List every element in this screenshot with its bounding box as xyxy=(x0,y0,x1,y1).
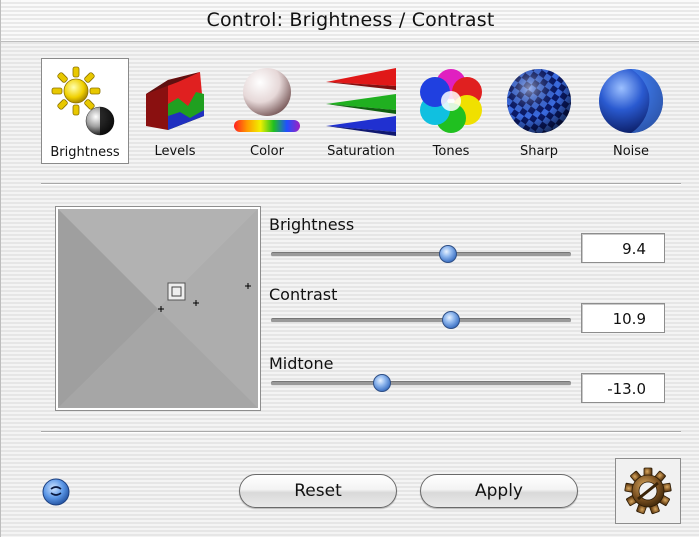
control-window: Control: Brightness / Contrast Brightnes… xyxy=(0,0,699,537)
window-title: Control: Brightness / Contrast xyxy=(206,9,495,31)
apply-button[interactable]: Apply xyxy=(420,474,578,508)
tool-levels[interactable]: Levels xyxy=(131,58,219,164)
preview-image xyxy=(58,209,258,408)
tool-noise[interactable]: Noise xyxy=(587,58,675,164)
midtone-value-field[interactable]: -13.0 xyxy=(581,373,665,403)
tool-label: Noise xyxy=(612,144,650,159)
contrast-label: Contrast xyxy=(269,285,338,304)
brightness-icon xyxy=(51,66,115,136)
tool-brightness[interactable]: Brightness xyxy=(41,58,129,164)
reset-button[interactable]: Reset xyxy=(239,474,397,508)
tones-icon xyxy=(420,69,482,133)
sharp-icon xyxy=(507,69,571,133)
brightness-label: Brightness xyxy=(269,215,355,234)
gear-icon xyxy=(624,467,672,515)
tool-label: Sharp xyxy=(519,144,559,159)
brightness-slider[interactable] xyxy=(271,252,571,257)
tool-label: Color xyxy=(250,144,284,159)
levels-icon xyxy=(146,72,204,130)
tool-tones[interactable]: Tones xyxy=(407,58,495,164)
title-bar[interactable]: Control: Brightness / Contrast xyxy=(1,0,699,42)
tool-label: Tones xyxy=(432,144,470,159)
tool-color[interactable]: Color xyxy=(223,58,311,164)
midtone-slider[interactable] xyxy=(271,381,571,386)
tool-sharp[interactable]: Sharp xyxy=(495,58,583,164)
saturation-icon xyxy=(326,68,396,136)
tool-label: Levels xyxy=(154,144,196,159)
color-icon xyxy=(234,68,300,132)
settings-button[interactable] xyxy=(615,458,681,524)
contrast-value-field[interactable]: 10.9 xyxy=(581,303,665,333)
brightness-slider-thumb[interactable] xyxy=(439,245,457,263)
tool-saturation[interactable]: Saturation xyxy=(317,58,405,164)
midtone-slider-thumb[interactable] xyxy=(373,374,391,392)
midtone-label: Midtone xyxy=(269,354,334,373)
noise-icon xyxy=(599,69,663,133)
separator-top xyxy=(41,183,681,185)
help-icon xyxy=(42,478,70,506)
contrast-slider[interactable] xyxy=(271,318,571,323)
tool-label: Brightness xyxy=(50,145,120,160)
tool-palette: Brightness Levels Color Saturation Tones… xyxy=(41,58,669,168)
help-button[interactable] xyxy=(41,477,71,507)
contrast-slider-thumb[interactable] xyxy=(442,311,460,329)
separator-bottom xyxy=(41,431,681,433)
tool-label: Saturation xyxy=(327,144,395,159)
brightness-value-field[interactable]: 9.4 xyxy=(581,233,665,263)
preview-pane[interactable] xyxy=(55,206,261,411)
